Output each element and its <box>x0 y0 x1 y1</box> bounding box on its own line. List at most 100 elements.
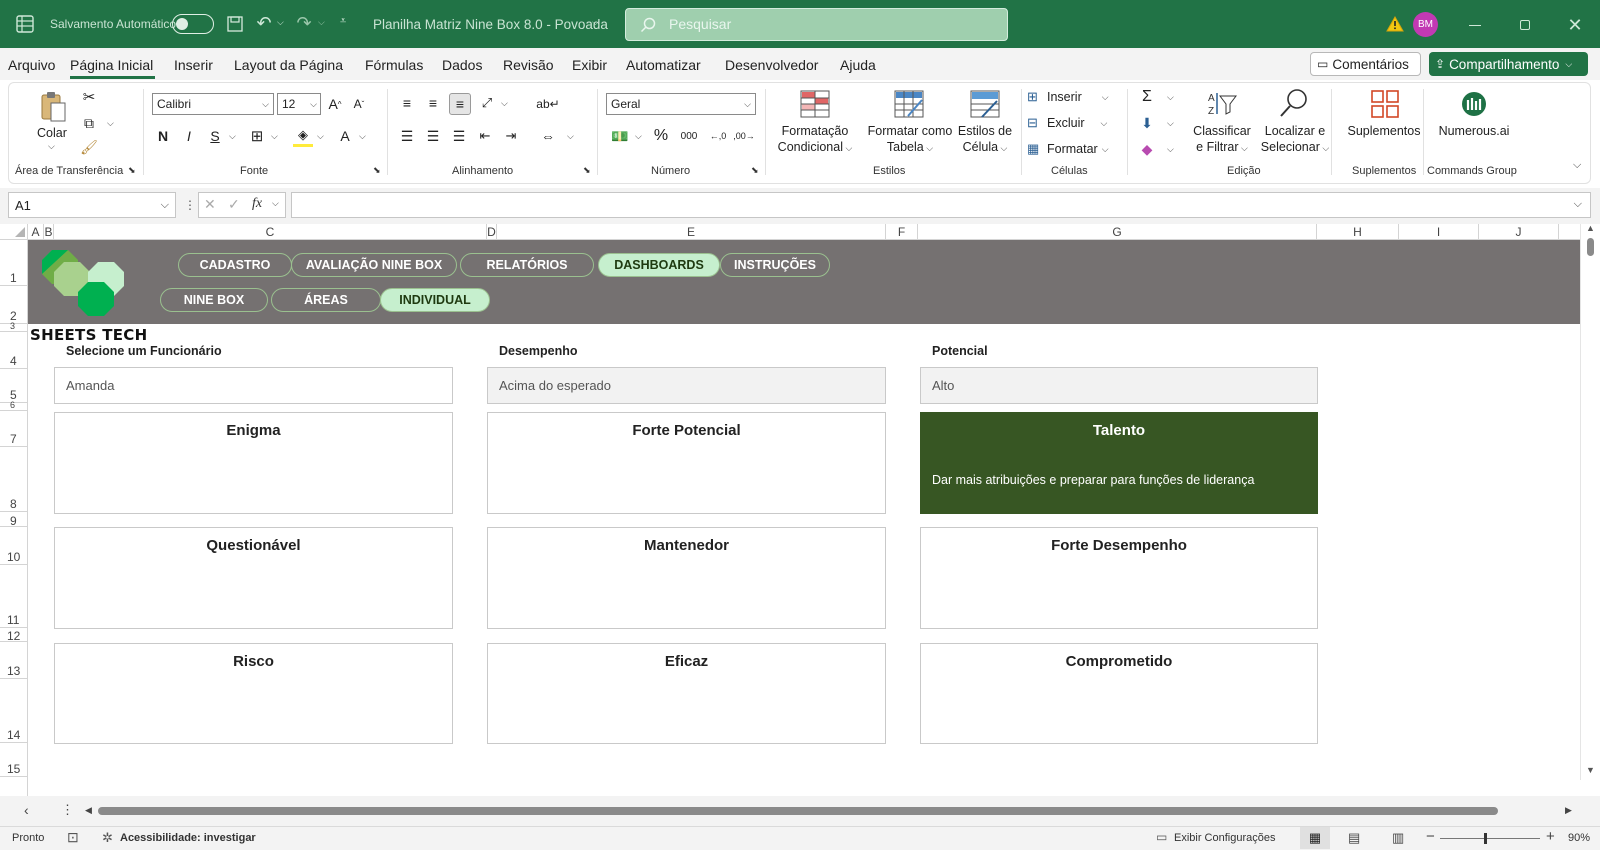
search-box[interactable]: Pesquisar <box>625 8 1008 41</box>
scroll-down-icon[interactable]: ▼ <box>1586 765 1595 775</box>
column-header[interactable]: C <box>54 224 487 240</box>
comments-button[interactable]: ▭ Comentários <box>1310 52 1421 76</box>
align-center-icon[interactable]: ☰ <box>423 125 443 147</box>
increase-indent-icon[interactable]: ⇥ <box>501 125 521 147</box>
page-break-view-icon[interactable]: ▥ <box>1392 830 1404 846</box>
tab-dados[interactable]: Dados <box>442 57 482 73</box>
tab-exibir[interactable]: Exibir <box>572 57 607 73</box>
currency-icon[interactable]: 💵 <box>609 125 631 147</box>
vertical-scrollbar[interactable]: ▲ ▼ <box>1580 223 1600 780</box>
autosum-dropdown-icon[interactable]: ⌵ <box>1167 92 1174 103</box>
fill-dropdown-icon[interactable]: ⌵ <box>1167 118 1174 129</box>
column-header[interactable]: G <box>918 224 1317 240</box>
column-header[interactable]: A <box>28 224 44 240</box>
nav-relatorios[interactable]: RELATÓRIOS <box>460 253 594 277</box>
column-header[interactable]: J <box>1479 224 1559 240</box>
format-cells-button[interactable]: ▦ Formatar ⌵ <box>1027 139 1117 159</box>
paste-dropdown-icon[interactable]: ⌵ <box>48 141 55 152</box>
font-color-dropdown-icon[interactable]: ⌵ <box>359 131 366 142</box>
zoom-level[interactable]: 90% <box>1568 832 1590 844</box>
grow-font-icon[interactable]: A ^ <box>325 93 345 115</box>
conditional-formatting-icon[interactable] <box>799 89 831 119</box>
format-as-table-icon[interactable] <box>893 89 925 119</box>
customize-toolbar-icon[interactable]: ⩡ <box>340 15 346 28</box>
title-dropdown-icon[interactable]: ⌵ <box>592 17 599 28</box>
row-header[interactable]: 13 <box>0 642 28 679</box>
numerous-ai-icon[interactable] <box>1459 89 1489 119</box>
row-header[interactable]: 6 <box>0 400 28 411</box>
cell-styles-button[interactable]: Estilos de Célula ⌵ <box>954 123 1016 156</box>
nav-individual[interactable]: INDIVIDUAL <box>380 288 490 312</box>
cancel-entry-icon[interactable]: ✕ <box>204 196 216 213</box>
select-all-corner[interactable] <box>0 224 28 240</box>
row-header[interactable]: 2 <box>0 286 28 324</box>
undo-dropdown-icon[interactable]: ⌵ <box>277 17 284 28</box>
row-header[interactable]: 11 <box>0 565 28 628</box>
redo-icon[interactable]: ↷ <box>293 12 315 34</box>
fill-color-dropdown-icon[interactable]: ⌵ <box>317 131 324 142</box>
align-middle-icon[interactable]: ≡ <box>423 93 443 113</box>
zoom-in-icon[interactable]: + <box>1546 828 1555 845</box>
font-name-select[interactable]: Calibri ⌵ <box>152 93 274 115</box>
minimize-icon[interactable] <box>1462 14 1488 36</box>
format-painter-icon[interactable]: 🖌 <box>79 137 99 157</box>
page-layout-view-icon[interactable]: ▤ <box>1348 830 1360 846</box>
nav-cadastro[interactable]: CADASTRO <box>178 253 292 277</box>
user-avatar[interactable]: BM <box>1413 12 1438 37</box>
number-format-select[interactable]: Geral ⌵ <box>606 93 756 115</box>
zoom-out-icon[interactable]: − <box>1426 828 1435 845</box>
document-title[interactable]: Planilha Matriz Nine Box 8.0 - Povoada <box>373 17 608 32</box>
display-settings-label[interactable]: Exibir Configurações <box>1174 832 1276 844</box>
paste-icon[interactable] <box>37 89 69 125</box>
tab-inserir[interactable]: Inserir <box>174 57 213 73</box>
underline-button[interactable]: S <box>205 125 225 147</box>
tab-pagina-inicial[interactable]: Página Inicial <box>70 57 153 73</box>
function-dropdown-icon[interactable]: ⌵ <box>272 198 279 209</box>
share-button[interactable]: ⇪ Compartilhamento ⌵ <box>1429 52 1588 76</box>
macro-record-icon[interactable]: ⊡ <box>67 829 79 846</box>
merge-center-icon[interactable]: ⇔ <box>537 125 559 147</box>
conditional-formatting-button[interactable]: Formatação Condicional ⌵ <box>774 123 856 156</box>
row-header[interactable]: 12 <box>0 628 28 643</box>
format-as-table-button[interactable]: Formatar como Tabela ⌵ <box>866 123 954 156</box>
thousands-icon[interactable]: 000 <box>677 125 701 147</box>
tab-arquivo[interactable]: Arquivo <box>8 57 55 73</box>
fill-icon[interactable]: ⬇ <box>1137 113 1157 133</box>
formula-input[interactable]: ⌵ <box>291 192 1591 218</box>
confirm-entry-icon[interactable]: ✓ <box>228 196 240 213</box>
nav-nine-box[interactable]: NINE BOX <box>160 288 268 312</box>
display-settings-icon[interactable]: ▭ <box>1156 830 1167 844</box>
bold-button[interactable]: N <box>153 125 173 147</box>
scroll-left-icon[interactable]: ◀ <box>85 805 92 816</box>
nav-dashboards[interactable]: DASHBOARDS <box>598 253 720 277</box>
redo-dropdown-icon[interactable]: ⌵ <box>318 17 325 28</box>
italic-button[interactable]: I <box>179 125 199 147</box>
row-header[interactable]: 5 <box>0 369 28 403</box>
copy-dropdown-icon[interactable]: ⌵ <box>107 118 114 129</box>
employee-selector[interactable]: Amanda <box>54 367 453 404</box>
column-header[interactable]: I <box>1399 224 1479 240</box>
sort-filter-button[interactable]: Classificar e Filtrar ⌵ <box>1187 123 1257 156</box>
align-right-icon[interactable]: ☰ <box>449 125 469 147</box>
addins-button[interactable]: Suplementos <box>1341 123 1427 139</box>
decrease-decimal-icon[interactable]: ,00→ <box>733 125 755 147</box>
percent-icon[interactable]: % <box>651 125 671 147</box>
addins-icon[interactable] <box>1369 89 1401 119</box>
delete-cells-button[interactable]: ⊟ Excluir ⌵ <box>1027 113 1117 133</box>
row-header[interactable]: 3 <box>0 321 28 332</box>
fill-color-icon[interactable]: ◈ <box>293 125 313 147</box>
zoom-slider[interactable] <box>1440 833 1540 844</box>
tab-automatizar[interactable]: Automatizar <box>626 57 701 73</box>
font-size-select[interactable]: 12 ⌵ <box>277 93 321 115</box>
merge-dropdown-icon[interactable]: ⌵ <box>567 131 574 142</box>
align-left-icon[interactable]: ☰ <box>397 125 417 147</box>
clear-dropdown-icon[interactable]: ⌵ <box>1167 144 1174 155</box>
zoom-slider-thumb[interactable] <box>1484 833 1487 844</box>
save-icon[interactable] <box>224 14 246 34</box>
undo-icon[interactable]: ↶ <box>253 12 275 34</box>
font-color-icon[interactable]: A <box>335 125 355 147</box>
paste-label[interactable]: Colar <box>37 125 67 141</box>
align-top-icon[interactable]: ≡ <box>397 93 417 113</box>
tab-desenvolvedor[interactable]: Desenvolvedor <box>725 57 818 73</box>
clear-icon[interactable]: ◆ <box>1137 139 1157 159</box>
